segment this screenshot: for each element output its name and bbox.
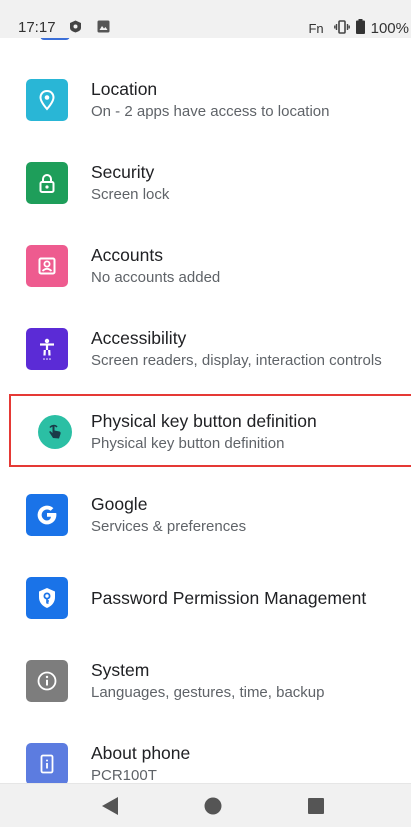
settings-item-title: Location (91, 78, 158, 99)
status-right-group: Fn 100% (308, 19, 409, 38)
settings-item-accounts[interactable]: Accounts No accounts added (0, 224, 411, 307)
settings-item-subtitle: Physical key button definition (91, 434, 285, 452)
battery-icon (355, 19, 365, 38)
phone-icon (26, 742, 68, 785)
settings-item-subtitle: Languages, gestures, time, backup (91, 683, 325, 701)
settings-item-title: Password Permission Management (91, 587, 367, 608)
settings-item-title: Physical key button definition (91, 410, 317, 431)
settings-item-title: Accounts (91, 244, 163, 265)
home-icon[interactable] (204, 797, 222, 820)
recents-icon[interactable] (308, 798, 324, 819)
navigation-bar (0, 783, 411, 827)
battery-percent: 100% (370, 20, 409, 37)
settings-item-title: Google (91, 493, 148, 514)
google-icon (26, 493, 68, 536)
settings-item-title: Accessibility (91, 327, 187, 348)
shield-key-icon (26, 576, 68, 619)
info-icon (26, 659, 68, 702)
image-notification-icon (97, 20, 110, 33)
settings-item-google[interactable]: Google Services & preferences (0, 473, 411, 556)
settings-item-system[interactable]: System Languages, gestures, time, backup (0, 639, 411, 722)
settings-list[interactable]: Location On - 2 apps have access to loca… (0, 58, 411, 805)
settings-item-subtitle: Services & preferences (91, 517, 247, 535)
vibrate-icon (333, 19, 350, 38)
settings-item-subtitle: Screen readers, display, interaction con… (91, 351, 382, 369)
accessibility-icon (26, 327, 68, 370)
settings-item-security[interactable]: Security Screen lock (0, 141, 411, 224)
settings-item-accessibility[interactable]: Accessibility Screen readers, display, i… (0, 307, 411, 390)
lock-icon (26, 161, 68, 204)
settings-item-title: System (91, 659, 150, 680)
settings-item-physical-key[interactable]: Physical key button definition Physical … (0, 390, 411, 473)
account-icon (26, 244, 68, 287)
fn-indicator: Fn (308, 21, 324, 36)
settings-item-title: About phone (91, 742, 191, 763)
settings-screen: 17:17 Fn 100% Location On - 2 apps have … (0, 0, 411, 827)
back-icon[interactable] (101, 796, 119, 821)
status-time: 17:17 (18, 19, 56, 36)
settings-item-location[interactable]: Location On - 2 apps have access to loca… (0, 58, 411, 141)
status-bar: 17:17 Fn 100% (0, 0, 411, 38)
settings-item-subtitle: No accounts added (91, 268, 221, 286)
hand-tap-icon (38, 414, 72, 449)
settings-item-subtitle: On - 2 apps have access to location (91, 102, 330, 120)
location-icon (26, 78, 68, 121)
notification-icon (69, 20, 82, 33)
settings-item-subtitle: Screen lock (91, 185, 170, 203)
settings-item-password-permission[interactable]: Password Permission Management (0, 556, 411, 639)
settings-item-title: Security (91, 161, 155, 182)
